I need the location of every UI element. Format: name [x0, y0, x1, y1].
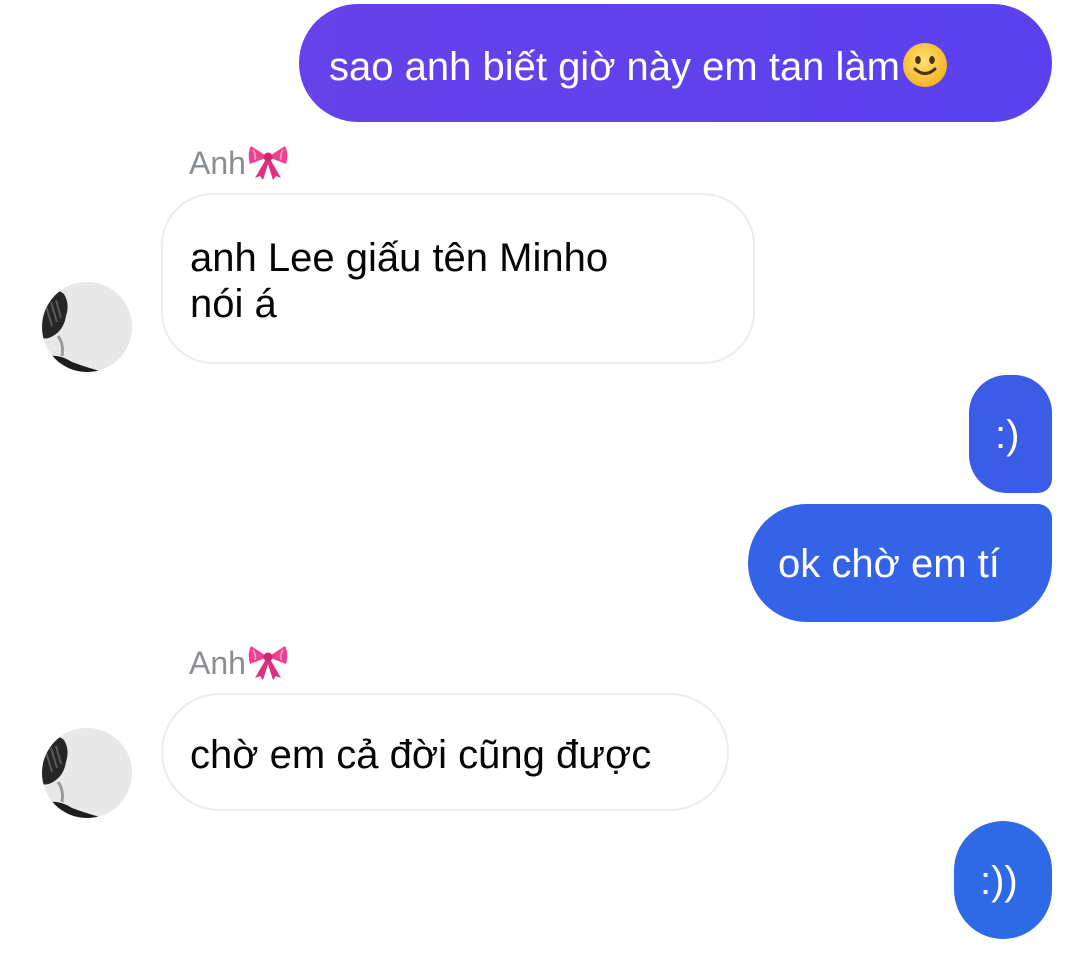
- incoming-message-bubble[interactable]: chờ em cả đời cũng được: [161, 693, 729, 811]
- outgoing-message-bubble[interactable]: sao anh biết giờ này em tan làm: [299, 4, 1052, 122]
- outgoing-message-bubble[interactable]: :): [969, 375, 1052, 493]
- sender-name: Anh: [189, 142, 289, 187]
- message-text: ok chờ em tí: [778, 542, 1000, 586]
- ribbon-icon: [247, 142, 289, 187]
- outgoing-message-bubble[interactable]: :)): [954, 821, 1052, 939]
- sender-name: Anh: [189, 642, 289, 687]
- message-text-line: nói á: [190, 282, 277, 326]
- outgoing-message-bubble[interactable]: ok chờ em tí: [748, 504, 1052, 622]
- avatar[interactable]: [42, 728, 132, 818]
- message-text: chờ em cả đời cũng được: [190, 733, 652, 777]
- avatar[interactable]: [42, 282, 132, 372]
- slightly-smiling-face-emoji-icon: [901, 41, 949, 99]
- incoming-message-bubble[interactable]: anh Lee giấu tên Minho nói á: [161, 193, 755, 364]
- ribbon-icon: [247, 642, 289, 687]
- message-text: :)): [980, 859, 1018, 903]
- message-text: sao anh biết giờ này em tan làm: [329, 45, 900, 89]
- message-text-line: anh Lee giấu tên Minho: [190, 236, 609, 280]
- message-text: :): [995, 413, 1020, 457]
